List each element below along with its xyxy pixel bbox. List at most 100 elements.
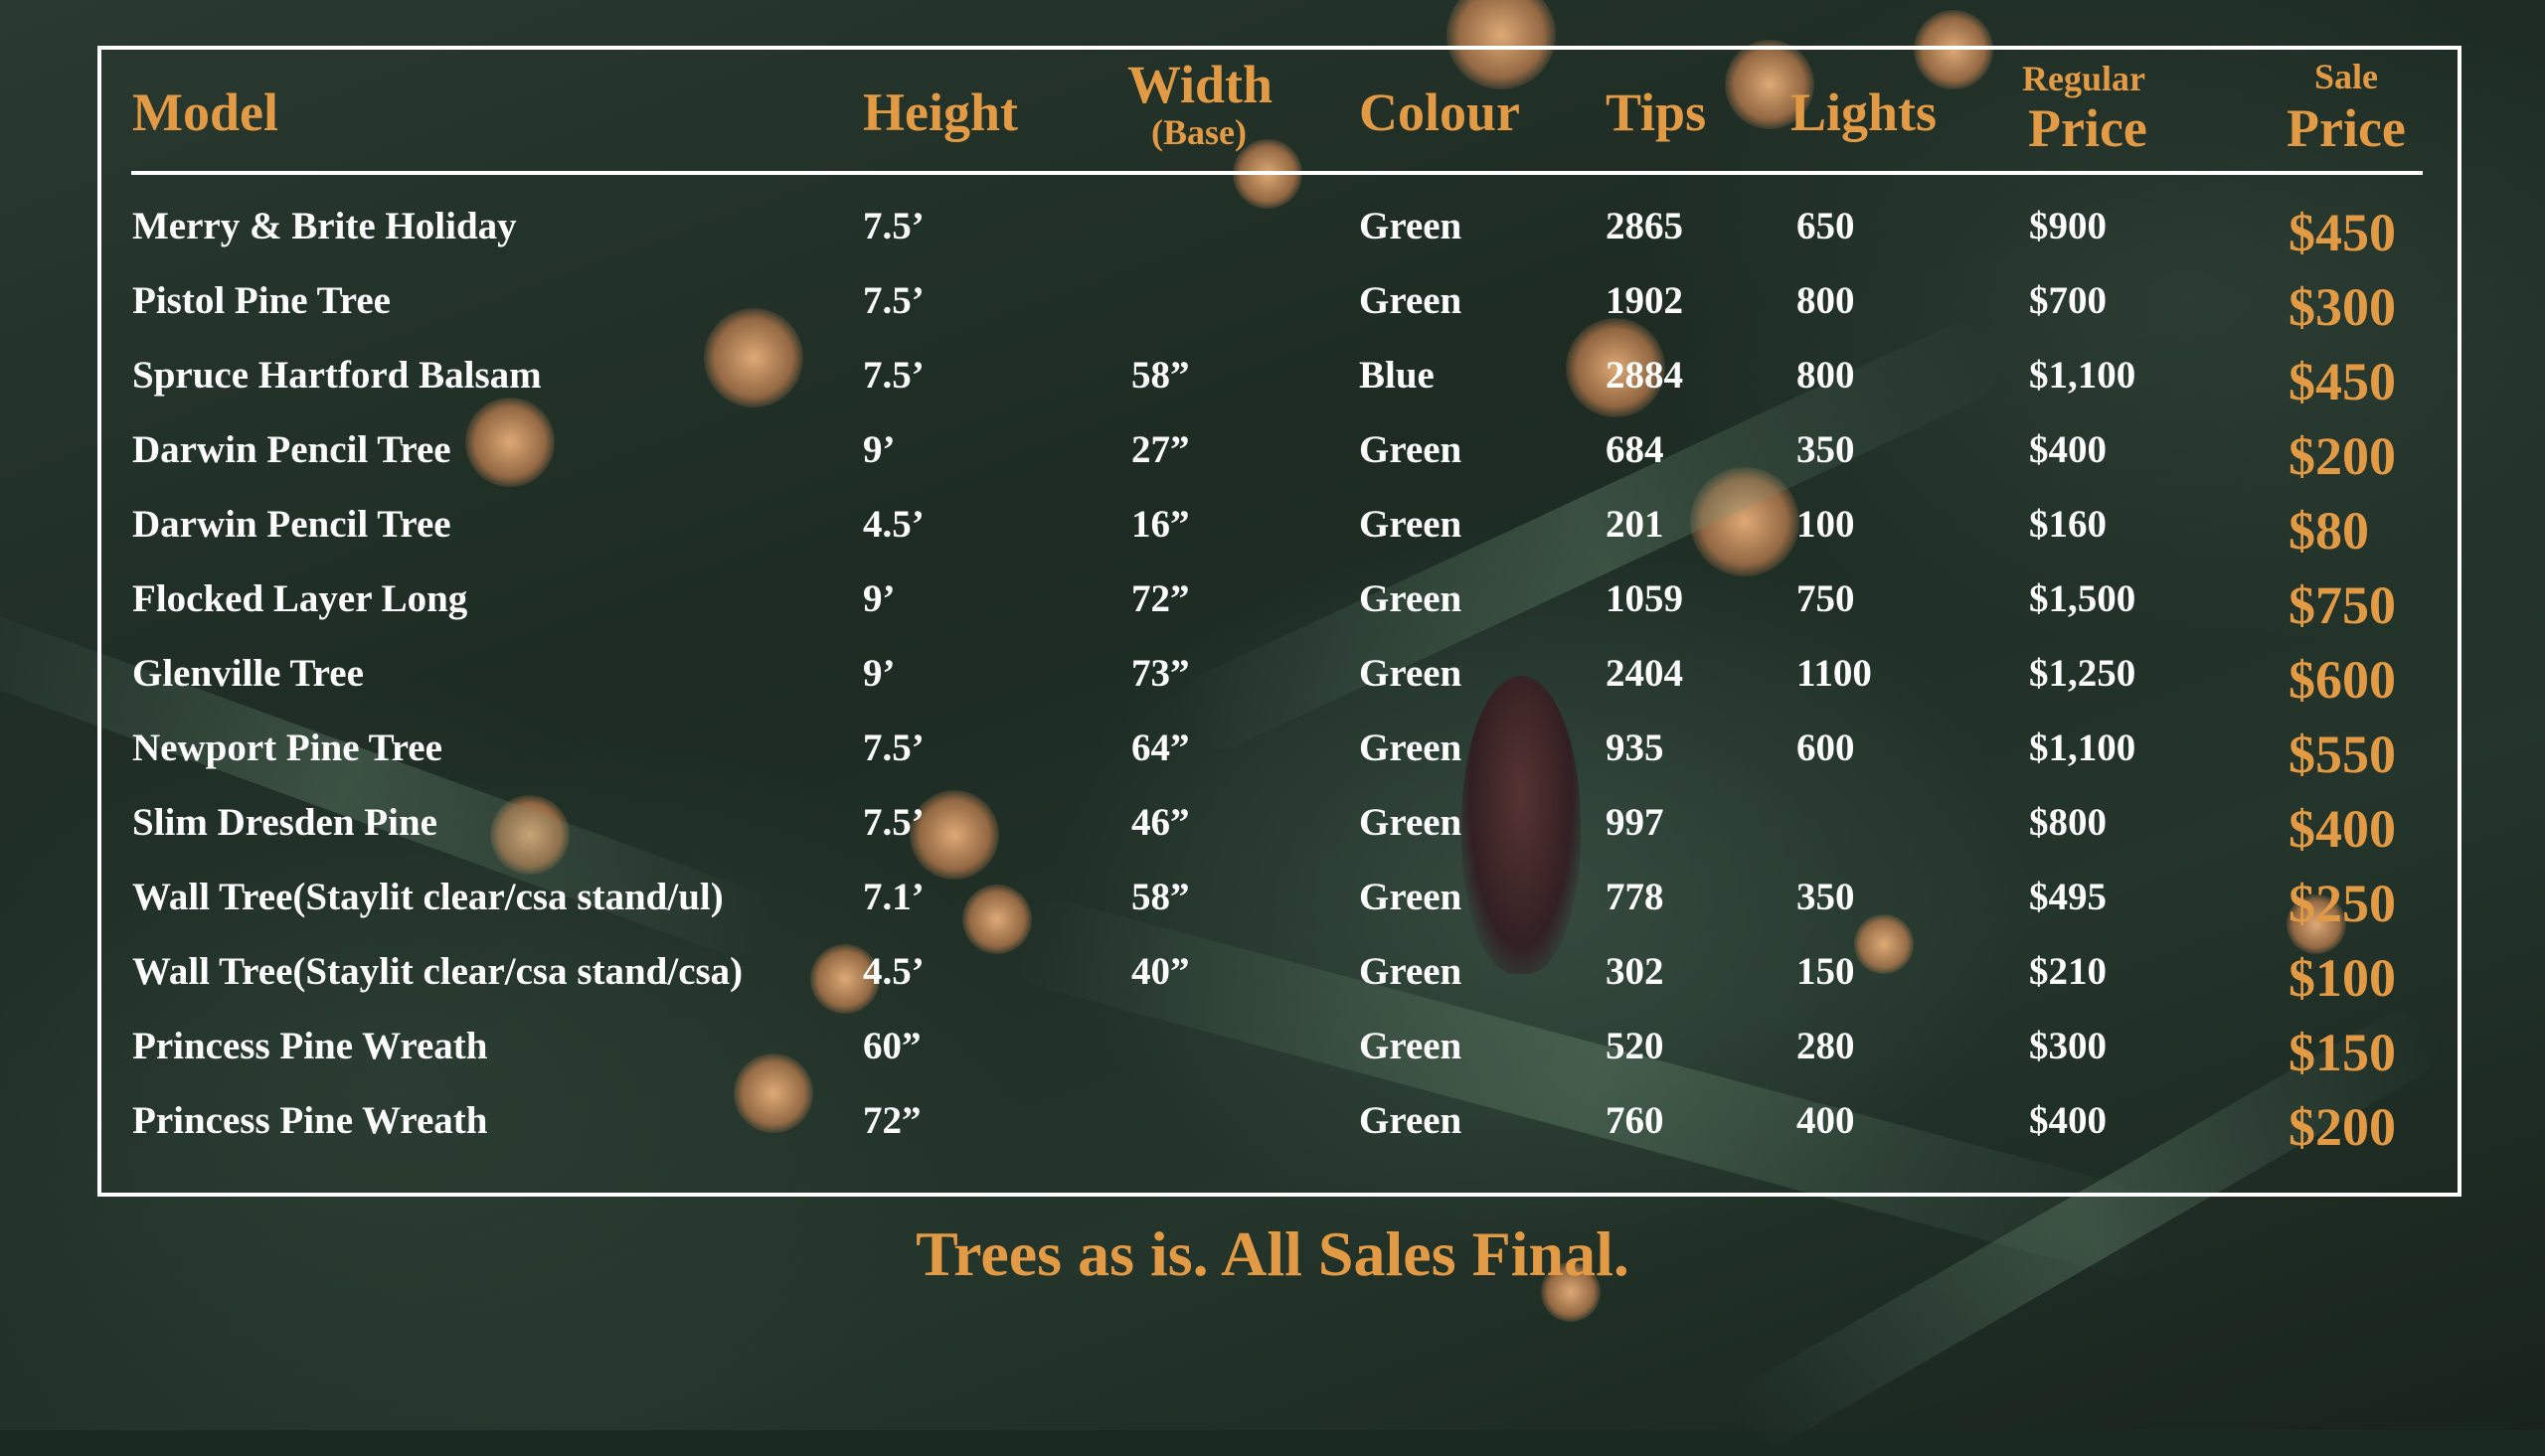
cell-lights: 280 bbox=[1796, 1025, 1855, 1067]
footer-note: Trees as is. All Sales Final. bbox=[916, 1218, 1629, 1289]
cell-regular-price: $1,100 bbox=[2029, 727, 2136, 769]
cell-colour: Green bbox=[1359, 279, 1462, 322]
header-model: Model bbox=[132, 82, 278, 142]
cell-lights: 100 bbox=[1796, 503, 1855, 546]
cell-model: Wall Tree(Staylit clear/csa stand/csa) bbox=[132, 950, 744, 993]
cell-sale-price: $200 bbox=[2289, 426, 2396, 486]
cell-width: 40” bbox=[1131, 950, 1190, 993]
cell-tips: 935 bbox=[1606, 727, 1664, 769]
cell-height: 72” bbox=[863, 1099, 922, 1142]
cell-lights: 750 bbox=[1796, 577, 1855, 620]
cell-width: 27” bbox=[1131, 428, 1190, 471]
header-width-sub: (Base) bbox=[1151, 112, 1247, 152]
cell-width: 72” bbox=[1131, 577, 1190, 620]
cell-tips: 2404 bbox=[1606, 652, 1683, 695]
cell-sale-price: $150 bbox=[2289, 1023, 2396, 1082]
cell-regular-price: $400 bbox=[2029, 428, 2107, 471]
cell-colour: Green bbox=[1359, 1099, 1462, 1142]
header-height: Height bbox=[863, 82, 1018, 142]
cell-width: 58” bbox=[1131, 354, 1190, 397]
cell-regular-price: $495 bbox=[2029, 876, 2107, 918]
cell-sale-price: $200 bbox=[2289, 1097, 2396, 1157]
header-tips: Tips bbox=[1606, 82, 1707, 142]
cell-width: 73” bbox=[1131, 652, 1190, 695]
cell-regular-price: $160 bbox=[2029, 503, 2107, 546]
cell-model: Darwin Pencil Tree bbox=[132, 428, 451, 471]
cell-height: 7.5’ bbox=[863, 727, 925, 769]
cell-lights: 650 bbox=[1796, 205, 1855, 247]
cell-tips: 1902 bbox=[1606, 279, 1683, 322]
cell-colour: Green bbox=[1359, 727, 1462, 769]
header-sale-price: Price bbox=[2287, 98, 2406, 158]
header-width: Width bbox=[1127, 55, 1273, 114]
cell-width: 58” bbox=[1131, 876, 1190, 918]
cell-regular-price: $300 bbox=[2029, 1025, 2107, 1067]
header-divider bbox=[131, 171, 2423, 175]
cell-tips: 778 bbox=[1606, 876, 1664, 918]
cell-height: 7.5’ bbox=[863, 205, 925, 247]
cell-height: 7.5’ bbox=[863, 354, 925, 397]
cell-model: Slim Dresden Pine bbox=[132, 801, 437, 844]
cell-regular-price: $700 bbox=[2029, 279, 2107, 322]
cell-lights: 1100 bbox=[1796, 652, 1872, 695]
cell-regular-price: $1,100 bbox=[2029, 354, 2136, 397]
cell-colour: Green bbox=[1359, 503, 1462, 546]
cell-model: Merry & Brite Holiday bbox=[132, 205, 517, 247]
cell-height: 60” bbox=[863, 1025, 922, 1067]
cell-colour: Green bbox=[1359, 577, 1462, 620]
cell-height: 9’ bbox=[863, 428, 896, 471]
cell-height: 4.5’ bbox=[863, 950, 925, 993]
cell-width: 16” bbox=[1131, 503, 1190, 546]
cell-height: 9’ bbox=[863, 577, 896, 620]
cell-colour: Green bbox=[1359, 428, 1462, 471]
cell-model: Flocked Layer Long bbox=[132, 577, 468, 620]
cell-model: Glenville Tree bbox=[132, 652, 364, 695]
cell-regular-price: $210 bbox=[2029, 950, 2107, 993]
cell-sale-price: $400 bbox=[2289, 799, 2396, 859]
cell-height: 7.5’ bbox=[863, 801, 925, 844]
cell-model: Princess Pine Wreath bbox=[132, 1099, 488, 1142]
cell-model: Newport Pine Tree bbox=[132, 727, 442, 769]
header-regular-price: Price bbox=[2028, 98, 2147, 158]
cell-sale-price: $450 bbox=[2289, 352, 2396, 411]
cell-model: Pistol Pine Tree bbox=[132, 279, 391, 322]
cell-colour: Green bbox=[1359, 1025, 1462, 1067]
cell-sale-price: $550 bbox=[2289, 725, 2396, 784]
cell-model: Wall Tree(Staylit clear/csa stand/ul) bbox=[132, 876, 724, 918]
header-regular-top: Regular bbox=[2022, 59, 2145, 98]
cell-width: 64” bbox=[1131, 727, 1190, 769]
cell-tips: 201 bbox=[1606, 503, 1664, 546]
cell-lights: 350 bbox=[1796, 876, 1855, 918]
cell-tips: 684 bbox=[1606, 428, 1664, 471]
cell-lights: 800 bbox=[1796, 354, 1855, 397]
cell-sale-price: $250 bbox=[2289, 874, 2396, 933]
cell-sale-price: $80 bbox=[2289, 501, 2369, 561]
cell-tips: 1059 bbox=[1606, 577, 1683, 620]
cell-lights: 400 bbox=[1796, 1099, 1855, 1142]
cell-tips: 2884 bbox=[1606, 354, 1683, 397]
cell-height: 9’ bbox=[863, 652, 896, 695]
cell-height: 7.1’ bbox=[863, 876, 925, 918]
cell-regular-price: $1,500 bbox=[2029, 577, 2136, 620]
cell-sale-price: $450 bbox=[2289, 203, 2396, 262]
cell-colour: Blue bbox=[1359, 354, 1435, 397]
cell-model: Princess Pine Wreath bbox=[132, 1025, 488, 1067]
cell-colour: Green bbox=[1359, 652, 1462, 695]
cell-colour: Green bbox=[1359, 801, 1462, 844]
cell-regular-price: $800 bbox=[2029, 801, 2107, 844]
header-colour: Colour bbox=[1359, 82, 1520, 142]
cell-tips: 2865 bbox=[1606, 205, 1683, 247]
cell-model: Spruce Hartford Balsam bbox=[132, 354, 542, 397]
cell-lights: 350 bbox=[1796, 428, 1855, 471]
cell-colour: Green bbox=[1359, 876, 1462, 918]
header-lights: Lights bbox=[1790, 82, 1938, 142]
cell-regular-price: $900 bbox=[2029, 205, 2107, 247]
cell-sale-price: $100 bbox=[2289, 948, 2396, 1008]
cell-colour: Green bbox=[1359, 950, 1462, 993]
header-sale-top: Sale bbox=[2314, 57, 2379, 96]
cell-regular-price: $1,250 bbox=[2029, 652, 2136, 695]
cell-tips: 520 bbox=[1606, 1025, 1664, 1067]
cell-sale-price: $600 bbox=[2289, 650, 2396, 710]
cell-width: 46” bbox=[1131, 801, 1190, 844]
cell-tips: 302 bbox=[1606, 950, 1664, 993]
